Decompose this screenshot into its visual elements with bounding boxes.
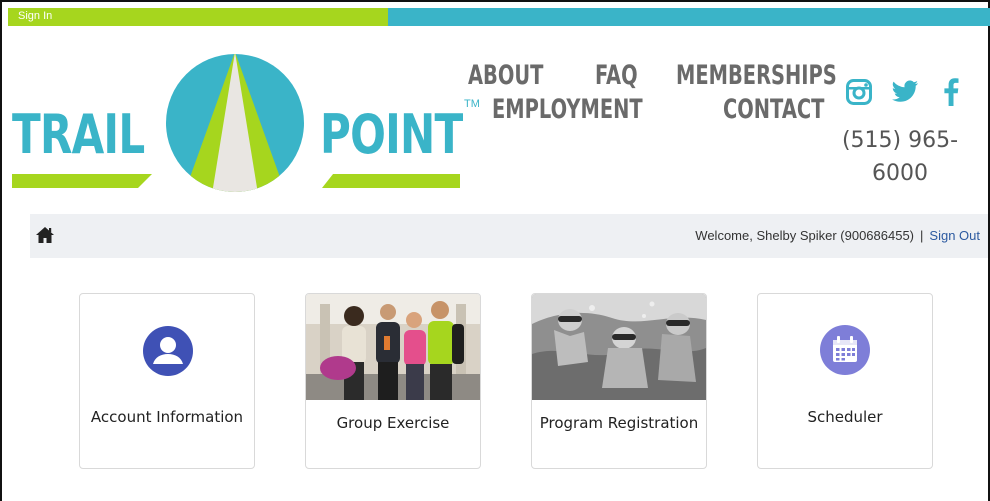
- tile-scheduler[interactable]: Scheduler: [757, 293, 933, 469]
- top-bar-green-segment: [8, 8, 388, 26]
- tile-group-exercise[interactable]: Group Exercise: [305, 293, 481, 469]
- top-bar-blue-segment: [388, 8, 990, 26]
- tile-program-registration[interactable]: Program Registration: [531, 293, 707, 469]
- logo-circle-emblem: [166, 54, 304, 192]
- top-bar: Sign In: [8, 8, 990, 26]
- nav-row-2: EMPLOYMENT CONTACT: [468, 92, 825, 126]
- group-exercise-photo: [306, 294, 480, 400]
- user-circle-icon: [143, 326, 193, 381]
- phone-line-1: (515) 965-: [841, 128, 959, 153]
- nav-employment[interactable]: EMPLOYMENT: [492, 94, 643, 125]
- logo-word-trail: TRAIL: [12, 103, 145, 166]
- phone-line-2: 6000: [872, 161, 928, 186]
- logo-stripe-left: [12, 174, 152, 188]
- program-registration-photo: [532, 294, 706, 400]
- sign-out-link[interactable]: Sign Out: [929, 228, 980, 243]
- twitter-icon[interactable]: [891, 78, 919, 106]
- welcome-separator: |: [920, 228, 924, 243]
- instagram-icon[interactable]: [845, 78, 873, 106]
- nav-about[interactable]: ABOUT: [468, 60, 543, 91]
- tile-label: Group Exercise: [336, 414, 450, 432]
- nav-memberships[interactable]: MEMBERSHIPS: [676, 60, 837, 91]
- welcome-bar: Welcome, Shelby Spiker (900686455) | Sign …: [30, 214, 988, 258]
- tile-label: Scheduler: [807, 408, 883, 426]
- calendar-icon: [820, 325, 870, 380]
- social-links: [840, 78, 970, 106]
- facebook-icon[interactable]: [937, 78, 965, 106]
- phone-number: (515) 965- 6000: [830, 124, 970, 190]
- trail-point-logo[interactable]: TRAIL POINT TM: [12, 50, 482, 195]
- logo-word-point: POINT: [320, 103, 463, 166]
- sign-in-link[interactable]: Sign In: [18, 10, 52, 22]
- home-icon[interactable]: [36, 227, 54, 248]
- logo-stripe-right: [322, 174, 460, 188]
- nav-contact[interactable]: CONTACT: [723, 94, 824, 125]
- nav-row-1: ABOUT FAQ MEMBERSHIPS: [468, 58, 837, 92]
- welcome-text: Welcome, Shelby Spiker (900686455): [695, 228, 915, 243]
- tile-label: Account Information: [90, 408, 244, 426]
- main-nav: ABOUT FAQ MEMBERSHIPS EMPLOYMENT CONTACT: [468, 58, 837, 126]
- tile-account-information[interactable]: Account Information: [79, 293, 255, 469]
- tile-label: Program Registration: [539, 414, 699, 432]
- nav-faq[interactable]: FAQ: [595, 60, 638, 91]
- welcome-message: Welcome, Shelby Spiker (900686455) | Sign …: [695, 228, 980, 243]
